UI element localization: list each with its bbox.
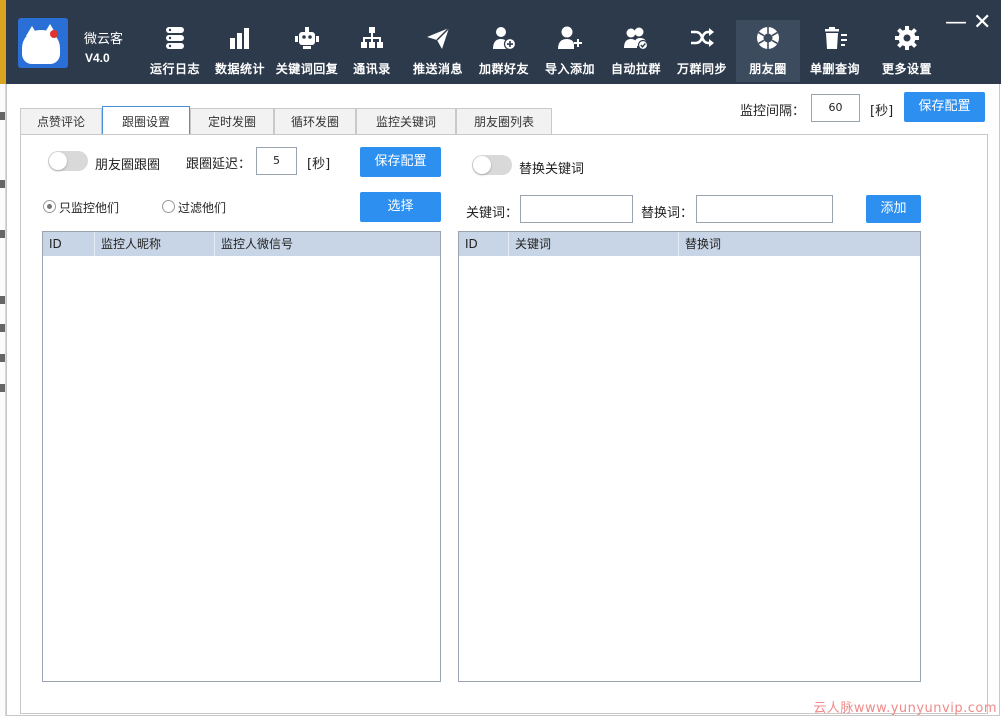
nav-add-group-friends[interactable]: 加群好友 xyxy=(474,20,534,82)
table-header: ID 监控人昵称 监控人微信号 xyxy=(43,232,440,256)
nav-single-delete-check[interactable]: 单删查询 xyxy=(806,20,864,82)
column-header-id[interactable]: ID xyxy=(43,232,95,256)
nav-label: 关键词回复 xyxy=(275,62,339,76)
tab-monitor-keywords[interactable]: 监控关键词 xyxy=(356,108,456,135)
replace-keyword-label: 替换关键词 xyxy=(519,162,585,177)
filter-them-radio[interactable] xyxy=(162,200,175,213)
edge-accent xyxy=(0,0,6,84)
tab-moments-list[interactable]: 朋友圈列表 xyxy=(456,108,552,135)
save-monitor-config-button[interactable]: 保存配置 xyxy=(904,92,985,122)
only-monitor-label: 只监控他们 xyxy=(59,201,120,215)
follow-delay-unit: [秒] xyxy=(307,157,331,172)
bar-chart-icon xyxy=(230,28,249,49)
nav-contacts[interactable]: 通讯录 xyxy=(346,20,398,82)
org-chart-icon xyxy=(361,27,383,48)
nav-label: 导入添加 xyxy=(544,62,595,76)
app-logo xyxy=(18,18,68,68)
edge-mark xyxy=(0,230,5,238)
replace-keyword-toggle[interactable] xyxy=(472,155,512,175)
nav-auto-group[interactable]: 自动拉群 xyxy=(606,20,666,82)
only-monitor-radio[interactable] xyxy=(43,200,56,213)
tab-follow-settings[interactable]: 跟圈设置 xyxy=(102,106,190,136)
nav-import-add[interactable]: 导入添加 xyxy=(540,20,600,82)
nav-label: 运行日志 xyxy=(149,62,200,76)
monitor-interval-label: 监控间隔： xyxy=(740,104,806,119)
user-plus-icon xyxy=(558,26,582,49)
tab-like-comment[interactable]: 点赞评论 xyxy=(20,108,102,135)
keyword-input[interactable] xyxy=(520,195,633,223)
nav-push-message[interactable]: 推送消息 xyxy=(408,20,468,82)
column-header-replacement[interactable]: 替换词 xyxy=(679,232,920,256)
app-name: 微云客 xyxy=(84,31,124,46)
nav-label: 更多设置 xyxy=(881,62,932,76)
nav-label: 加群好友 xyxy=(478,62,529,76)
add-keyword-button[interactable]: 添加 xyxy=(866,195,921,223)
column-header-wechat-id[interactable]: 监控人微信号 xyxy=(215,232,440,256)
tab-scheduled-post[interactable]: 定时发圈 xyxy=(190,108,274,135)
aperture-icon xyxy=(757,27,779,49)
close-button[interactable]: ✕ xyxy=(973,12,991,34)
column-header-keyword[interactable]: 关键词 xyxy=(509,232,679,256)
edge-mark xyxy=(0,296,5,304)
nav-label: 朋友圈 xyxy=(749,62,787,76)
nav-group-sync[interactable]: 万群同步 xyxy=(672,20,732,82)
replacement-label: 替换词： xyxy=(641,206,694,221)
save-follow-config-button[interactable]: 保存配置 xyxy=(360,147,441,177)
nav-data-stats[interactable]: 数据统计 xyxy=(210,20,270,82)
nav-label: 数据统计 xyxy=(214,62,265,76)
nav-label: 推送消息 xyxy=(412,62,463,76)
nav-moments[interactable]: 朋友圈 xyxy=(736,20,800,82)
monitor-interval-unit: [秒] xyxy=(870,104,894,119)
nav-label: 单删查询 xyxy=(809,62,860,76)
tab-loop-post[interactable]: 循环发圈 xyxy=(274,108,356,135)
column-header-nickname[interactable]: 监控人昵称 xyxy=(95,232,215,256)
nav-label: 通讯录 xyxy=(353,62,391,76)
edge-mark xyxy=(0,180,5,188)
nav-label: 万群同步 xyxy=(676,62,727,76)
top-toolbar: 微云客 V4.0 运行日志 数据统计 关键词回复 通讯录 推送消息 加群好友 导… xyxy=(0,0,1001,84)
group-check-icon xyxy=(624,27,649,51)
monitor-interval-input[interactable]: 60 xyxy=(811,94,860,122)
paper-plane-icon xyxy=(427,27,450,49)
filter-them-label: 过滤他们 xyxy=(178,201,227,215)
follow-delay-input[interactable]: 5 xyxy=(256,147,297,175)
column-header-id[interactable]: ID xyxy=(459,232,509,256)
gear-icon xyxy=(895,26,919,50)
shuffle-icon xyxy=(691,28,714,47)
edge-mark xyxy=(0,384,5,392)
trash-list-icon xyxy=(825,27,847,49)
keyword-replace-table[interactable]: ID 关键词 替换词 xyxy=(458,231,921,682)
add-user-icon xyxy=(493,27,517,51)
nav-keyword-reply[interactable]: 关键词回复 xyxy=(272,20,342,82)
select-contacts-button[interactable]: 选择 xyxy=(360,192,441,222)
moments-follow-toggle[interactable] xyxy=(48,151,88,171)
database-icon xyxy=(166,27,184,49)
nav-more-settings[interactable]: 更多设置 xyxy=(876,20,938,82)
app-version: V4.0 xyxy=(85,51,110,65)
minimize-button[interactable]: — xyxy=(945,12,967,34)
table-header: ID 关键词 替换词 xyxy=(459,232,920,256)
moments-follow-label: 朋友圈跟圈 xyxy=(95,158,161,173)
nav-label: 自动拉群 xyxy=(610,62,661,76)
nav-run-log[interactable]: 运行日志 xyxy=(144,20,206,82)
monitored-users-table[interactable]: ID 监控人昵称 监控人微信号 xyxy=(42,231,441,682)
keyword-label: 关键词： xyxy=(466,206,519,221)
follow-delay-label: 跟圈延迟： xyxy=(186,157,252,172)
edge-mark xyxy=(0,324,5,332)
edge-mark xyxy=(0,112,5,120)
edge-mark xyxy=(0,354,5,362)
replacement-input[interactable] xyxy=(696,195,833,223)
watermark-text: 云人脉www.yunyunvip.com xyxy=(813,701,997,716)
robot-icon xyxy=(295,27,319,49)
